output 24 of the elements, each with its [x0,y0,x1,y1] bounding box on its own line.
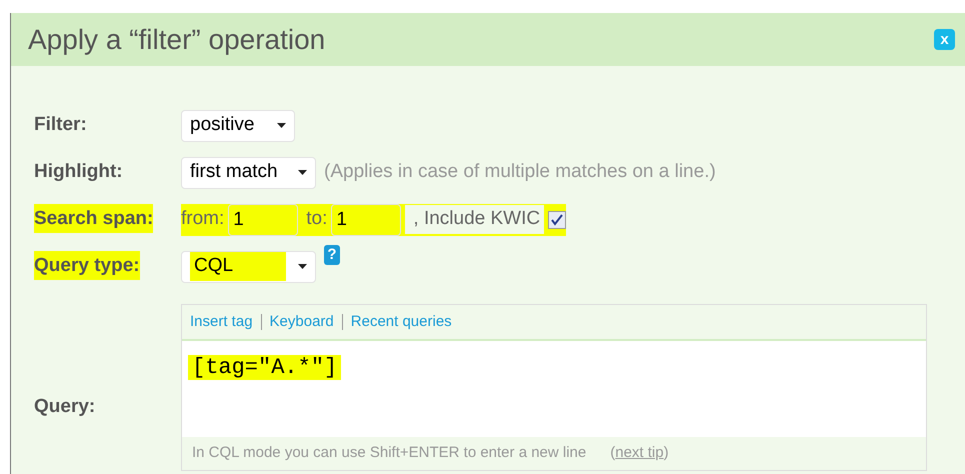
hint-text: In CQL mode you can use Shift+ENTER to enter a new line [192,443,586,464]
to-label: to: [306,207,328,232]
to-field[interactable]: 1 [331,204,402,236]
caret-icon [298,170,307,175]
field-label: Filter: [34,114,87,136]
field-label: Query type: [34,251,140,280]
query-field[interactable]: [tag="A.*"] [182,341,926,437]
checkmark-icon [551,214,564,226]
paren-text: ) [664,443,669,464]
dialog-title: Apply a “filter” operation [28,22,326,57]
caret-icon [298,264,307,269]
kwic-label: , Include KWIC [405,205,544,234]
kwic-checkbox[interactable] [548,210,566,228]
dropdown[interactable]: CQL [181,250,316,282]
field-label: Search span: [34,204,154,234]
paren-text: ( [610,443,616,464]
from-field[interactable]: 1 [228,204,298,236]
dropdown[interactable]: first match [181,156,316,188]
hint-text: (Applies in case of multiple matches on a line.) [324,160,716,184]
from-label: from: [181,207,224,232]
dropdown[interactable]: positive [181,110,295,142]
caret-icon [277,123,286,128]
field-label: Highlight: [34,161,123,182]
field-label: Query: [34,396,96,418]
